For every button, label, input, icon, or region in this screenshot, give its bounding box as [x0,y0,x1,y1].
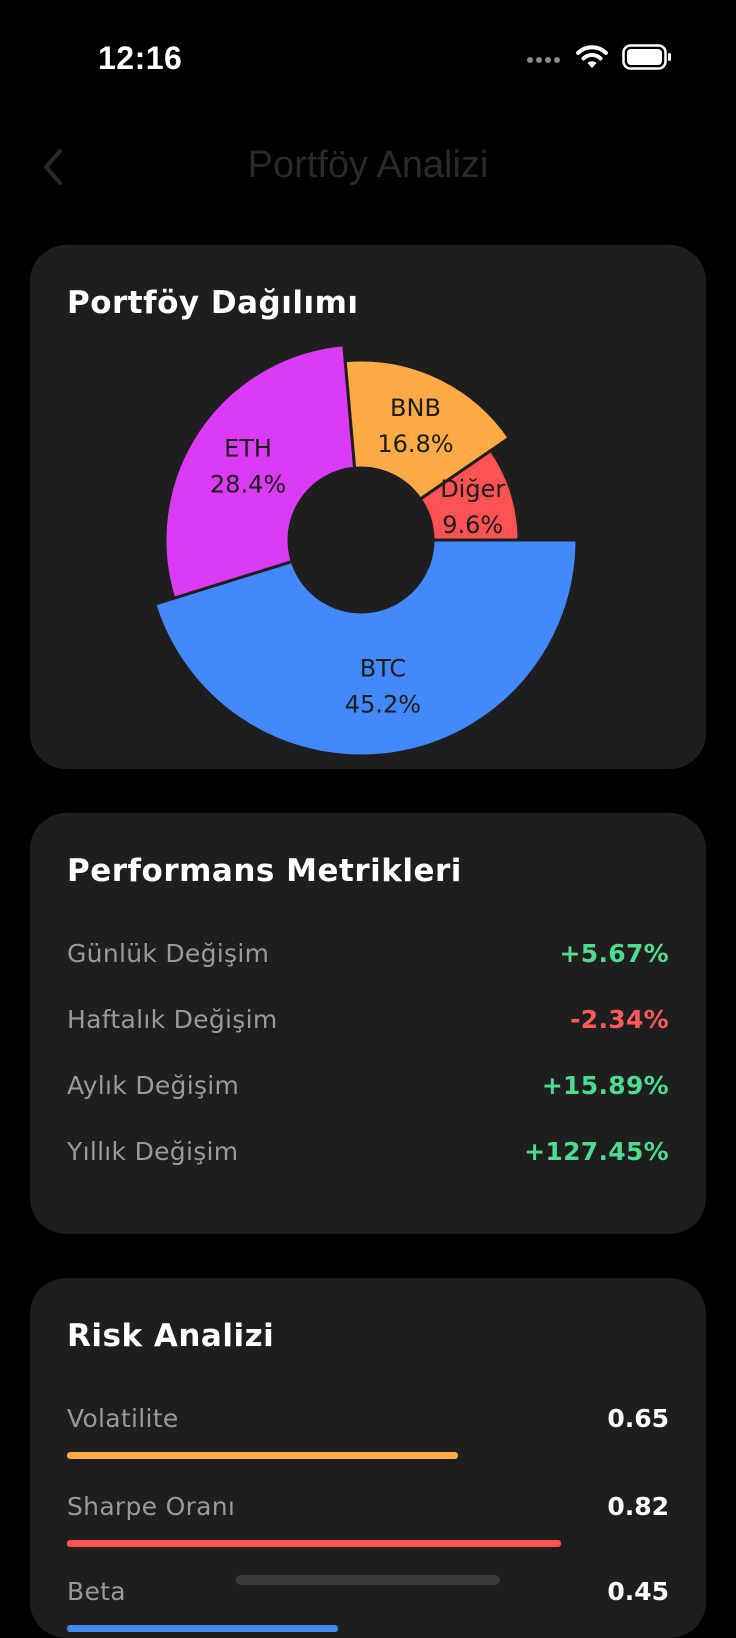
metric-row-daily: Günlük Değişim +5.67% [67,933,669,973]
battery-icon [622,44,672,74]
metric-label: Yıllık Değişim [67,1136,239,1166]
risk-analysis-title: Risk Analizi [67,1318,275,1354]
navigation-bar: Portföy Analizi [0,120,736,214]
page-title: Portföy Analizi [247,144,489,186]
risk-label: Volatilite [67,1403,179,1433]
metric-row-weekly: Haftalık Değişim -2.34% [67,999,669,1039]
metric-label: Günlük Değişim [67,938,270,968]
risk-bar-fill [67,1625,338,1632]
risk-bar-track [67,1452,669,1459]
pie-slice-name-label: BNB [390,394,441,422]
portfolio-donut-chart: BTC 45.2% ETH 28.4% BNB 16.8% Diğer 9.6% [152,343,579,758]
risk-bar-track [67,1540,669,1547]
performance-metrics-title: Performans Metrikleri [67,853,462,889]
risk-value: 0.45 [607,1576,669,1606]
pie-slice-percent-label: 16.8% [377,430,453,458]
metric-label: Aylık Değişim [67,1070,240,1100]
metric-value: +127.45% [524,1136,669,1166]
metric-value: -2.34% [570,1004,669,1034]
wifi-icon [576,44,608,74]
metric-row-yearly: Yıllık Değişim +127.45% [67,1131,669,1171]
metric-label: Haftalık Değişim [67,1004,278,1034]
risk-bar-track [67,1625,669,1632]
status-bar: 12:16 [0,0,736,120]
risk-row-sharpe: Sharpe Oranı 0.82 [67,1486,669,1547]
pie-slice-percent-label: 9.6% [442,511,503,539]
pie-slice-name-label: BTC [360,654,406,682]
pie-slice-name-label: ETH [224,434,272,462]
risk-row-volatility: Volatilite 0.65 [67,1398,669,1459]
signal-dots-icon [526,50,562,69]
status-time: 12:16 [98,40,183,76]
pie-slice-name-label: Diğer [440,475,505,503]
metric-value: +5.67% [559,938,669,968]
status-icons [526,44,672,74]
risk-bar-fill [67,1540,561,1547]
metric-row-monthly: Aylık Değişim +15.89% [67,1065,669,1105]
risk-value: 0.82 [607,1491,669,1521]
risk-value: 0.65 [607,1403,669,1433]
portfolio-distribution-card: Portföy Dağılımı BTC 45.2% ETH 28.4% BNB 16.8… [30,245,706,769]
risk-label: Beta [67,1576,126,1606]
pie-slice-percent-label: 28.4% [210,470,286,498]
risk-label: Sharpe Oranı [67,1491,236,1521]
performance-metrics-card: Performans Metrikleri Günlük Değişim +5.… [30,813,706,1234]
risk-bar-fill [67,1452,459,1459]
pie-slice-percent-label: 45.2% [345,690,421,718]
home-indicator [236,1575,500,1585]
metric-value: +15.89% [541,1070,669,1100]
